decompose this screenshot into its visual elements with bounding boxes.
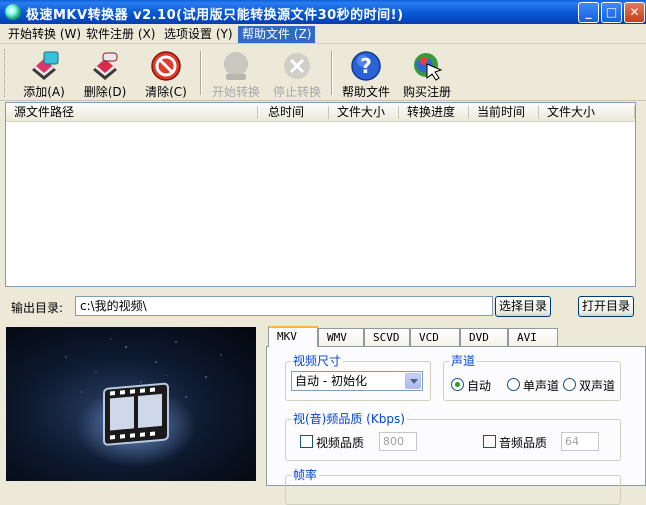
- film-strip-icon: [65, 338, 222, 467]
- channel-mono-label: 单声道: [523, 379, 560, 393]
- clear-label: 清除(C): [145, 85, 187, 99]
- toolbar-separator: [331, 51, 333, 95]
- close-button[interactable]: ✕: [624, 2, 645, 23]
- svg-text:?: ?: [360, 54, 372, 78]
- menu-options[interactable]: 选项设置 (Y): [160, 26, 237, 43]
- framerate-group: [285, 475, 621, 505]
- channel-auto-radio[interactable]: [451, 378, 464, 391]
- menu-bar: 开始转换 (W) 软件注册 (X) 选项设置 (Y) 帮助文件 (Z): [0, 24, 646, 44]
- channel-stereo-radio[interactable]: [563, 378, 576, 391]
- tab-vcd[interactable]: VCD: [410, 328, 460, 346]
- column-total-time[interactable]: 总时间: [258, 103, 329, 122]
- maximize-button[interactable]: □: [601, 2, 622, 23]
- toolbar-grip: [4, 49, 7, 97]
- buy-register-label: 购买注册: [402, 85, 451, 99]
- quality-title: 视(音)频品质 (Kbps): [291, 410, 407, 427]
- menu-start-convert[interactable]: 开始转换 (W): [4, 26, 85, 43]
- start-convert-icon: [224, 52, 248, 80]
- audio-quality-label: 音频品质: [499, 436, 548, 450]
- video-size-title: 视频尺寸: [291, 352, 344, 369]
- title-bar: 极速MKV转换器 v2.10(试用版只能转换源文件30秒的时间!) _ □ ✕: [0, 0, 646, 24]
- channel-mono-radio[interactable]: [507, 378, 520, 391]
- help-label: 帮助文件: [341, 85, 390, 99]
- video-quality-input[interactable]: 800: [379, 432, 417, 451]
- window-title: 极速MKV转换器 v2.10(试用版只能转换源文件30秒的时间!): [26, 8, 404, 23]
- choose-dir-button[interactable]: 选择目录: [495, 296, 551, 317]
- delete-label: 删除(D): [83, 85, 127, 99]
- help-button[interactable]: ? 帮助文件: [336, 48, 396, 100]
- stop-convert-icon: [284, 53, 310, 79]
- output-dir-input[interactable]: c:\我的视频\: [75, 296, 493, 316]
- channel-stereo-label: 双声道: [579, 379, 616, 393]
- clear-button[interactable]: 清除(C): [136, 48, 196, 100]
- add-file-icon: [32, 51, 59, 80]
- video-preview: [6, 327, 256, 481]
- video-quality-label: 视频品质: [316, 436, 365, 450]
- framerate-title: 帧率: [291, 466, 320, 483]
- audio-quality-checkbox[interactable]: [483, 435, 496, 448]
- column-source-path[interactable]: 源文件路径: [6, 103, 258, 122]
- globe-cursor-icon: [414, 53, 443, 81]
- mkv-settings-panel: 视频尺寸 自动 - 初始化 声道 自动 单声道 双声道 视(音)频品质 (Kbp…: [266, 346, 646, 505]
- open-dir-button[interactable]: 打开目录: [578, 296, 634, 317]
- app-icon: [5, 4, 21, 20]
- no-entry-icon: [151, 51, 181, 81]
- column-progress[interactable]: 转换进度: [399, 103, 469, 122]
- column-file-size[interactable]: 文件大小: [329, 103, 399, 122]
- menu-help[interactable]: 帮助文件 (Z): [238, 26, 316, 43]
- delete-button[interactable]: 删除(D): [75, 48, 135, 100]
- toolbar-separator: [200, 51, 202, 95]
- start-convert-button[interactable]: 开始转换: [206, 48, 266, 100]
- stop-convert-label: 停止转换: [272, 85, 321, 99]
- minimize-button[interactable]: _: [578, 2, 599, 23]
- tab-mkv[interactable]: MKV: [268, 326, 318, 347]
- channel-auto-label: 自动: [467, 379, 492, 393]
- tab-wmv[interactable]: WMV: [318, 328, 364, 346]
- column-current-time[interactable]: 当前时间: [469, 103, 539, 122]
- column-output-size[interactable]: 文件大小: [539, 103, 635, 122]
- buy-register-button[interactable]: 购买注册: [397, 48, 457, 100]
- help-icon: ?: [351, 51, 381, 81]
- tab-dvd[interactable]: DVD: [460, 328, 508, 346]
- stop-convert-button[interactable]: 停止转换: [267, 48, 327, 100]
- tab-avi[interactable]: AVI: [508, 328, 558, 346]
- audio-quality-input[interactable]: 64: [561, 432, 599, 451]
- channel-title: 声道: [449, 352, 478, 369]
- start-convert-label: 开始转换: [211, 85, 260, 99]
- video-size-select[interactable]: 自动 - 初始化: [291, 371, 423, 391]
- tab-scvd[interactable]: SCVD: [364, 328, 410, 346]
- delete-file-icon: [93, 52, 118, 80]
- video-size-value: 自动 - 初始化: [295, 374, 367, 388]
- add-button[interactable]: 添加(A): [14, 48, 74, 100]
- chevron-down-icon[interactable]: [405, 373, 421, 389]
- file-list[interactable]: 源文件路径 总时间 文件大小 转换进度 当前时间 文件大小: [5, 102, 636, 287]
- video-quality-checkbox[interactable]: [300, 435, 313, 448]
- toolbar: 添加(A) 删除(D) 清除(C) 开始转换 停止转换 ? 帮助文件 购买注册: [0, 45, 646, 101]
- output-dir-label: 输出目录:: [11, 301, 64, 315]
- menu-register[interactable]: 软件注册 (X): [82, 26, 159, 43]
- add-label: 添加(A): [23, 85, 65, 99]
